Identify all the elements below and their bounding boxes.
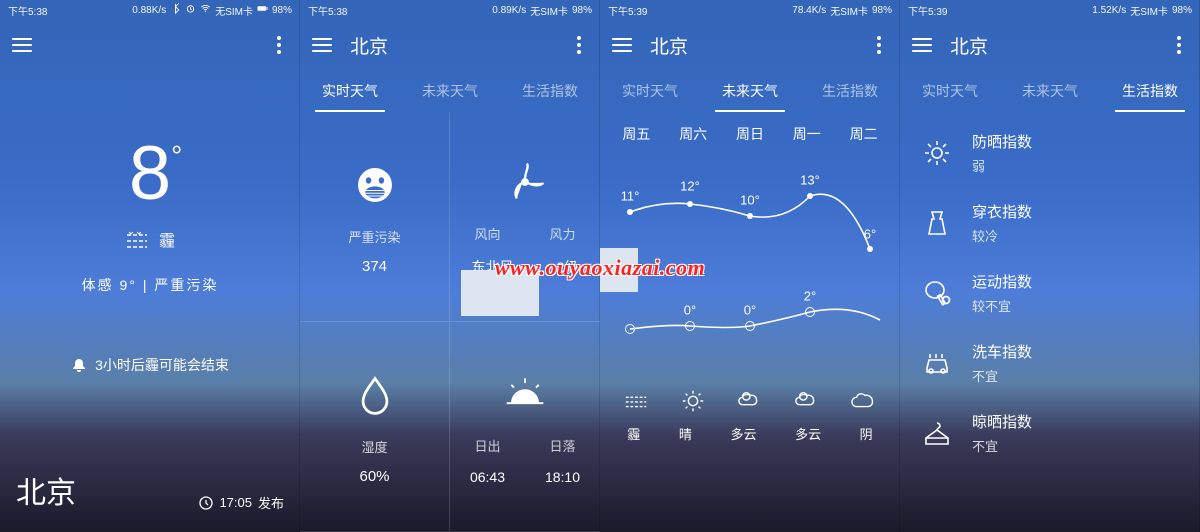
forecast-days: 周五周六周日周一周二 [600,112,900,154]
publish-time: 17:05 发布 [199,493,284,512]
life-item-drying[interactable]: 晾晒指数不宜 [900,398,1200,468]
overflow-button[interactable] [270,36,288,54]
bluetooth-icon [170,3,181,17]
cloud-icon [737,388,763,414]
cell-humidity[interactable]: 湿度 60% [300,322,450,532]
screen-life: 下午5:39 1.52K/s无SIM卡98% 北京 实时天气 未来天气 生活指数… [900,0,1200,532]
tabs: 实时天气 未来天气 生活指数 [900,70,1200,112]
temp-curves: 11° 12° 10° 13° 6° 0° 0° 2° [600,154,900,364]
status-batt: 98% [272,5,292,16]
tab-realtime[interactable]: 实时天气 [300,70,400,112]
page-title: 北京 [950,32,988,59]
tab-realtime[interactable]: 实时天气 [600,70,700,112]
alarm-icon [185,3,196,17]
wifi-icon [200,3,211,17]
life-item-carwash[interactable]: 洗车指数不宜 [900,328,1200,398]
fan-icon [503,156,547,208]
screen-home: 下午5:38 0.88K/s 无SIM卡 98% 8° 霾 体感 9° | 严重… [0,0,300,532]
screen-realtime: 下午5:38 0.89K/s无SIM卡98% 北京 实时天气 未来天气 生活指数… [300,0,600,532]
car-icon [920,346,954,380]
screen-forecast: 下午5:39 78.4K/s无SIM卡98% 北京 实时天气 未来天气 生活指数… [600,0,900,532]
overcast-icon [851,388,877,414]
menu-button[interactable] [312,38,332,52]
haze-icon [623,388,649,414]
life-item-clothing[interactable]: 穿衣指数较冷 [900,188,1200,258]
sun-icon [920,136,954,170]
hanger-icon [920,416,954,450]
status-time: 下午5:38 [8,3,47,18]
life-item-uv[interactable]: 防晒指数弱 [900,118,1200,188]
status-bar: 下午5:38 0.89K/s无SIM卡98% [300,0,600,20]
status-bar: 下午5:39 78.4K/s无SIM卡98% [600,0,900,20]
tab-life[interactable]: 生活指数 [800,70,900,112]
tab-life[interactable]: 生活指数 [500,70,600,112]
sun-icon [680,388,706,414]
feels-row: 体感 9° | 严重污染 [82,275,219,295]
status-bar: 下午5:38 0.88K/s 无SIM卡 98% [0,0,300,20]
overflow-button[interactable] [1170,36,1188,54]
clock-icon [199,496,213,510]
bell-icon [71,357,87,373]
life-item-sport[interactable]: 运动指数较不宜 [900,258,1200,328]
sunrise-icon [503,368,547,420]
page-title: 北京 [350,32,388,59]
dress-icon [920,206,954,240]
cell-aqi[interactable]: 严重污染 374 [300,112,450,322]
status-sim: 无SIM卡 [215,3,253,18]
overflow-button[interactable] [570,36,588,54]
tab-forecast[interactable]: 未来天气 [400,70,500,112]
status-net: 0.88K/s [132,5,166,16]
current-temp: 8° [129,130,171,217]
condition-row: 霾 [125,227,175,251]
forecast-icons [600,382,900,418]
overflow-button[interactable] [870,36,888,54]
menu-button[interactable] [612,38,632,52]
tab-forecast[interactable]: 未来天气 [700,70,800,112]
haze-icon [125,229,149,249]
tab-realtime[interactable]: 实时天气 [900,70,1000,112]
tab-forecast[interactable]: 未来天气 [1000,70,1100,112]
cell-sun[interactable]: 日出日落 06:4318:10 [450,322,600,532]
menu-button[interactable] [12,38,32,52]
drop-icon [353,369,397,421]
battery-icon [257,3,268,17]
page-title: 北京 [650,32,688,59]
paddle-icon [920,276,954,310]
alert-row[interactable]: 3小时后霾可能会结束 [71,355,229,375]
mask-icon [353,159,397,211]
tabs: 实时天气 未来天气 生活指数 [300,70,600,112]
status-bar: 下午5:39 1.52K/s无SIM卡98% [900,0,1200,20]
tab-life[interactable]: 生活指数 [1100,70,1200,112]
city-name: 北京 [16,468,76,512]
life-index-list: 防晒指数弱 穿衣指数较冷 运动指数较不宜 洗车指数不宜 晾晒指数不宜 [900,112,1200,474]
menu-button[interactable] [912,38,932,52]
forecast-names: 霾晴多云多云阴 [600,418,900,449]
cloud-icon [794,388,820,414]
tabs: 实时天气 未来天气 生活指数 [600,70,900,112]
